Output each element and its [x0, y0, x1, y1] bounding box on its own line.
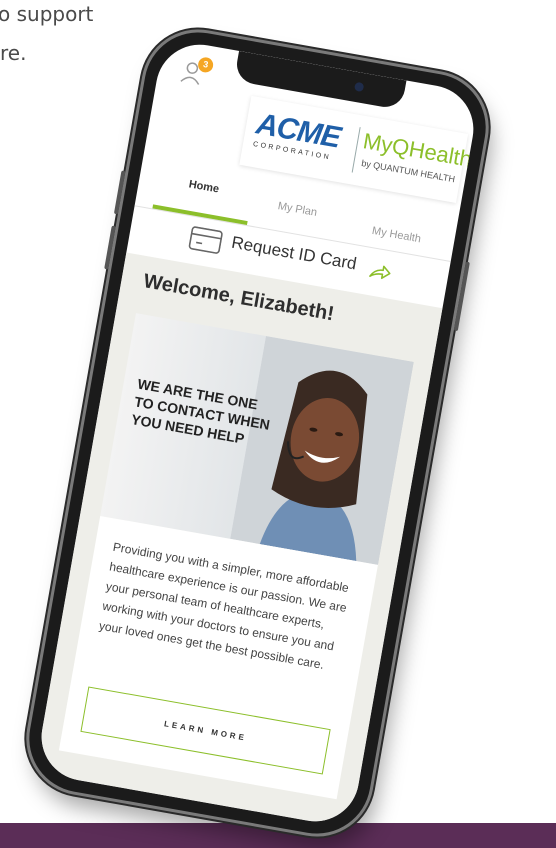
- acme-logo: ACME CORPORATION: [252, 107, 353, 164]
- camera-icon: [353, 81, 364, 93]
- phone-volume-up: [113, 170, 126, 215]
- share-arrow-icon: [367, 262, 392, 287]
- phone-volume-down: [104, 225, 116, 270]
- id-card-icon: [187, 225, 224, 259]
- tab-my-health[interactable]: My Health: [351, 221, 442, 248]
- tab-my-plan[interactable]: My Plan: [252, 196, 343, 223]
- user-icon[interactable]: 3: [179, 56, 215, 87]
- description-card: Providing you with a simpler, more affor…: [58, 515, 378, 800]
- phone-mockup: 3 ACME CORPORATION MyQHealth. by QUANTUM…: [20, 23, 495, 843]
- phone-power-button: [453, 261, 470, 332]
- tab-home[interactable]: Home: [159, 173, 250, 200]
- description-text: Providing you with a simpler, more affor…: [97, 539, 350, 672]
- logo-divider: [351, 127, 361, 173]
- background-text-line-1: o support: [0, 2, 94, 26]
- phone-screen: 3 ACME CORPORATION MyQHealth. by QUANTUM…: [34, 37, 481, 829]
- background-text-line-2: re.: [0, 41, 27, 65]
